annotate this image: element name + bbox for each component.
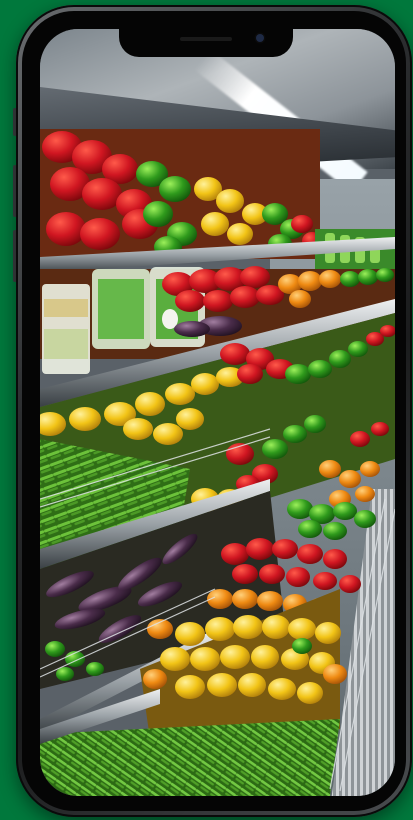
front-camera-icon <box>256 34 264 42</box>
phone-screen <box>40 29 395 796</box>
phone-notch <box>119 29 293 57</box>
earpiece-speaker-icon <box>180 37 232 41</box>
phone-mockup-stage <box>0 0 413 820</box>
produce-photo <box>40 129 395 796</box>
